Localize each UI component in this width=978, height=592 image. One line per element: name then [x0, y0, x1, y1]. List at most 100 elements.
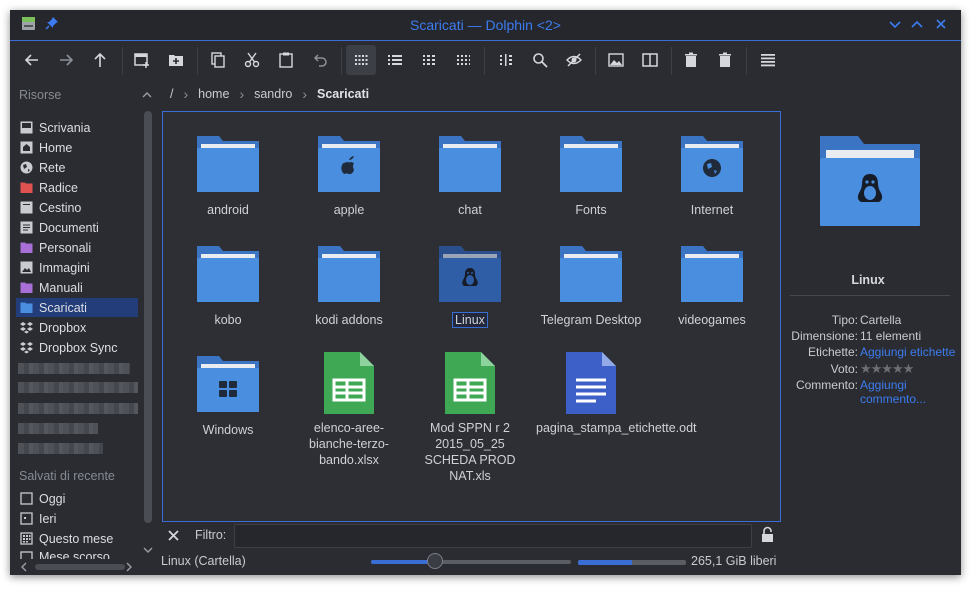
sidebar-item-immagini[interactable]: Immagini — [16, 258, 138, 277]
star-icon[interactable]: ★★★★★ — [860, 361, 914, 376]
blurred-place-item[interactable] — [18, 382, 138, 393]
lock-icon[interactable] — [761, 526, 774, 543]
sidebar-item-oggi[interactable]: Oggi — [16, 489, 138, 508]
close-icon[interactable] — [933, 16, 949, 32]
downloads-icon — [20, 301, 33, 314]
file-item-pagina-odt[interactable]: pagina_stampa_etichette.odt — [536, 350, 697, 436]
sidebar-item-scaricati[interactable]: Scaricati — [16, 298, 138, 317]
split-button[interactable] — [635, 45, 665, 75]
toolbar-separator — [122, 47, 123, 75]
file-item-kodi-addons[interactable]: kodi addons — [294, 242, 404, 328]
minimize-icon[interactable] — [887, 16, 903, 32]
back-button[interactable] — [17, 45, 47, 75]
search-button[interactable] — [525, 45, 555, 75]
rating-stars[interactable]: ★★★★★ — [860, 361, 914, 377]
maximize-icon[interactable] — [909, 16, 925, 32]
sidebar-item-documenti[interactable]: Documenti — [16, 218, 138, 237]
file-item-android[interactable]: android — [173, 132, 283, 218]
info-value: Cartella — [860, 313, 902, 327]
file-item-apple[interactable]: apple — [294, 132, 404, 218]
dropbox-icon — [20, 321, 33, 334]
breadcrumb-home[interactable]: home — [198, 87, 229, 101]
internet-folder-icon — [681, 136, 743, 192]
breadcrumb-sandro[interactable]: sandro — [254, 87, 292, 101]
hidden-files-button[interactable] — [559, 45, 589, 75]
info-key: Voto: — [830, 362, 858, 376]
info-row-voto: Voto: ★★★★★ — [788, 361, 961, 377]
sidebar-item-scrivania[interactable]: Scrivania — [16, 118, 138, 137]
menu-button[interactable] — [753, 45, 783, 75]
filter-input[interactable] — [234, 524, 752, 548]
sidebar-item-dropbox[interactable]: Dropbox — [16, 318, 138, 337]
spreadsheet-icon — [324, 352, 374, 414]
delete-button[interactable] — [710, 45, 740, 75]
sidebar-item-manuali[interactable]: Manuali — [16, 278, 138, 297]
desktop-icon — [20, 121, 33, 134]
columns-button[interactable] — [491, 45, 521, 75]
folder-icon — [197, 246, 259, 302]
blurred-place-item[interactable] — [18, 363, 130, 374]
copy-button[interactable] — [203, 45, 233, 75]
add-comment-link-2[interactable]: commento... — [860, 392, 926, 406]
file-label: Linux — [415, 312, 525, 328]
sidebar-item-radice[interactable]: Radice — [16, 178, 138, 197]
add-tags-link[interactable]: Aggiungi etichette — [860, 345, 955, 359]
paste-button[interactable] — [271, 45, 301, 75]
preview-button[interactable] — [601, 45, 631, 75]
sidebar-item-questo-mese[interactable]: Questo mese — [16, 529, 138, 548]
file-item-internet[interactable]: Internet — [657, 132, 767, 218]
file-item-chat[interactable]: chat — [415, 132, 525, 218]
chevron-up-icon[interactable] — [141, 89, 153, 101]
new-folder-button[interactable] — [161, 45, 191, 75]
close-filter-icon[interactable] — [168, 530, 179, 541]
grid-view-button[interactable] — [448, 45, 478, 75]
blurred-place-item[interactable] — [18, 423, 98, 434]
documents-icon — [20, 221, 33, 234]
selected-file-label: Linux — [452, 312, 488, 328]
file-label: elenco-aree-bianche-terzo-bando.xlsx — [309, 421, 389, 467]
file-item-telegram-desktop[interactable]: Telegram Desktop — [536, 242, 646, 328]
add-comment-link[interactable]: Aggiungi — [860, 378, 907, 392]
breadcrumb-current[interactable]: Scaricati — [317, 87, 369, 101]
sidebar-item-ieri[interactable]: Ieri — [16, 509, 138, 528]
info-key: Commento: — [795, 378, 858, 392]
sidebar-item-dropbox-sync[interactable]: Dropbox Sync — [16, 338, 138, 357]
file-item-videogames[interactable]: videogames — [657, 242, 767, 328]
forward-button[interactable] — [51, 45, 81, 75]
info-key: Tipo: — [831, 313, 858, 327]
columns-icon — [500, 54, 512, 66]
trash-button[interactable] — [676, 45, 706, 75]
file-view[interactable]: android apple chat Fonts Internet kobo k… — [162, 111, 781, 522]
new-tab-button[interactable] — [127, 45, 157, 75]
toolbar-separator — [671, 47, 672, 75]
blurred-place-item[interactable] — [18, 403, 138, 414]
file-item-windows[interactable]: Windows — [173, 352, 283, 438]
copy-icon — [211, 52, 225, 68]
trash-icon — [685, 52, 697, 67]
file-item-linux[interactable]: Linux — [415, 242, 525, 328]
sidebar-item-label: Immagini — [39, 260, 90, 275]
sidebar-item-home[interactable]: Home — [16, 138, 138, 157]
folder-icon — [197, 136, 259, 192]
sidebar-item-rete[interactable]: Rete — [16, 158, 138, 177]
breadcrumb-root[interactable]: / — [170, 87, 173, 101]
file-item-elenco-xlsx[interactable]: elenco-aree-bianche-terzo-bando.xlsx — [294, 350, 404, 468]
folder-icon — [560, 246, 622, 302]
sidebar-item-cestino[interactable]: Cestino — [16, 198, 138, 217]
file-item-fonts[interactable]: Fonts — [536, 132, 646, 218]
document-icon — [566, 352, 616, 414]
sidebar-scrollbar[interactable] — [144, 111, 152, 523]
icons-view-button[interactable] — [346, 45, 376, 75]
details-view-button[interactable] — [380, 45, 410, 75]
file-item-mod-sppn-xls[interactable]: Mod SPPN r 2 2015_05_25 SCHEDA PROD NAT.… — [415, 350, 525, 484]
sidebar-item-personali[interactable]: Personali — [16, 238, 138, 257]
undo-button[interactable] — [305, 45, 335, 75]
info-divider — [790, 295, 950, 296]
compact-view-button[interactable] — [414, 45, 444, 75]
file-item-kobo[interactable]: kobo — [173, 242, 283, 328]
home-icon — [20, 141, 33, 154]
cut-button[interactable] — [237, 45, 267, 75]
blurred-place-item[interactable] — [18, 443, 103, 454]
up-button[interactable] — [85, 45, 115, 75]
zoom-slider-handle[interactable] — [427, 553, 443, 569]
